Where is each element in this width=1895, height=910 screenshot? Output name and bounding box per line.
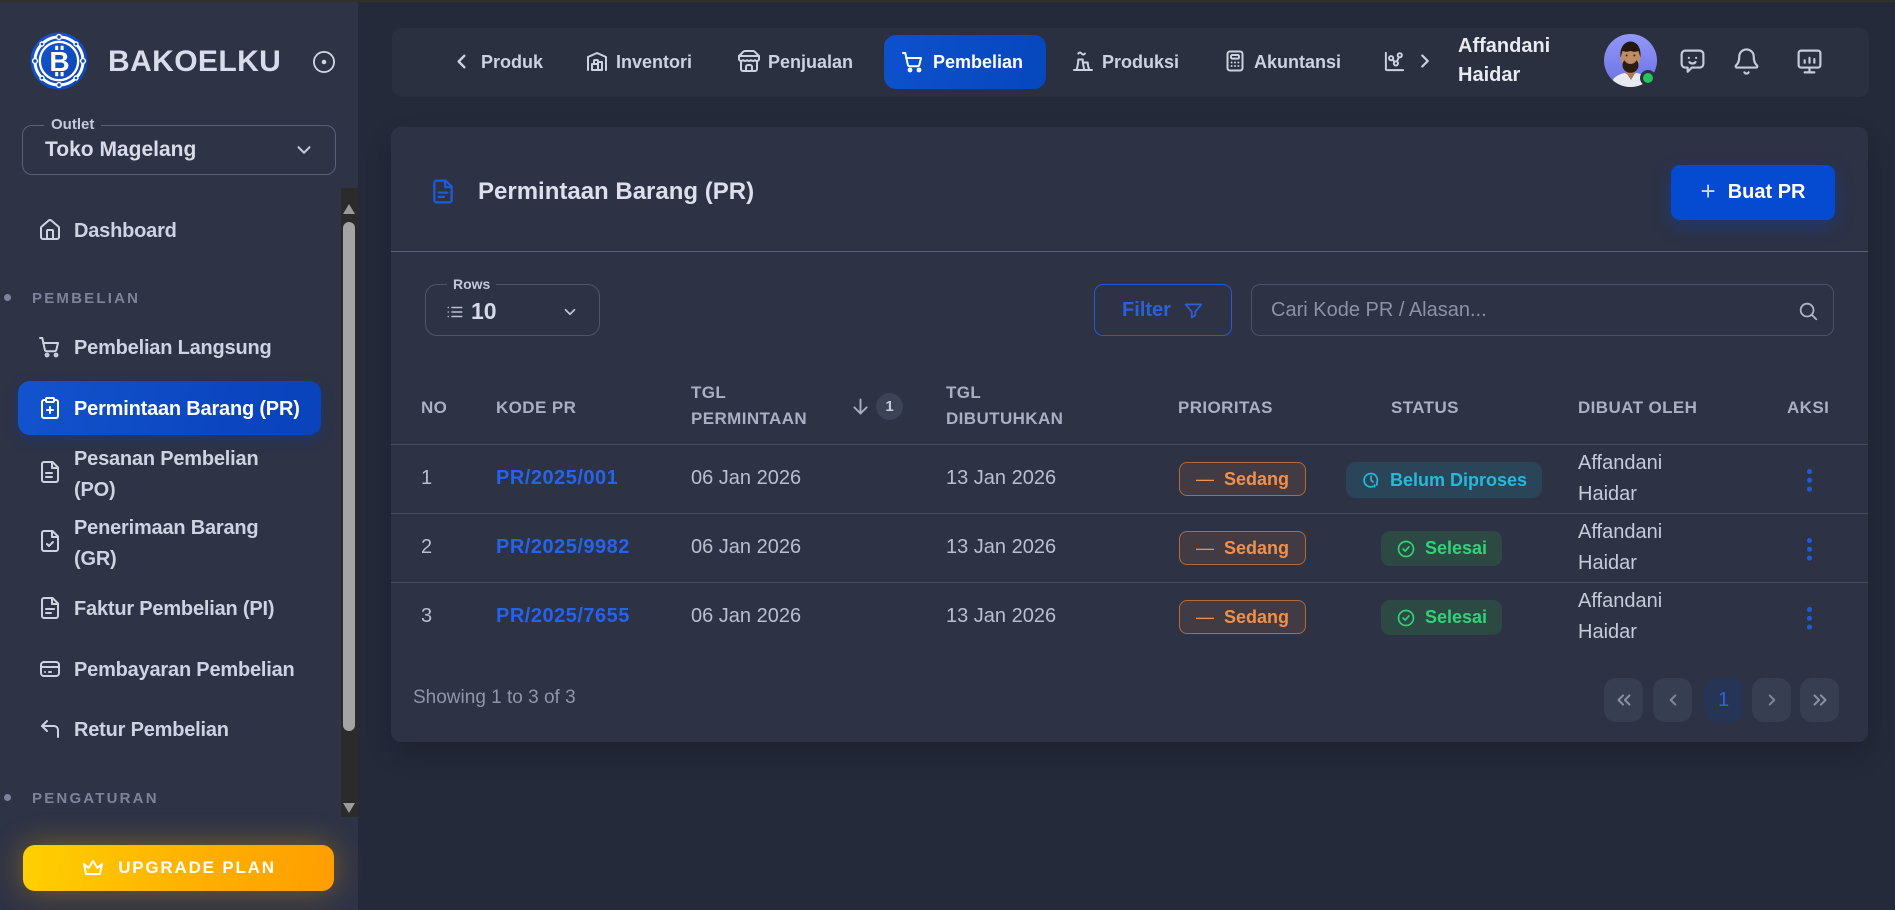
- svg-text:B: B: [49, 46, 69, 77]
